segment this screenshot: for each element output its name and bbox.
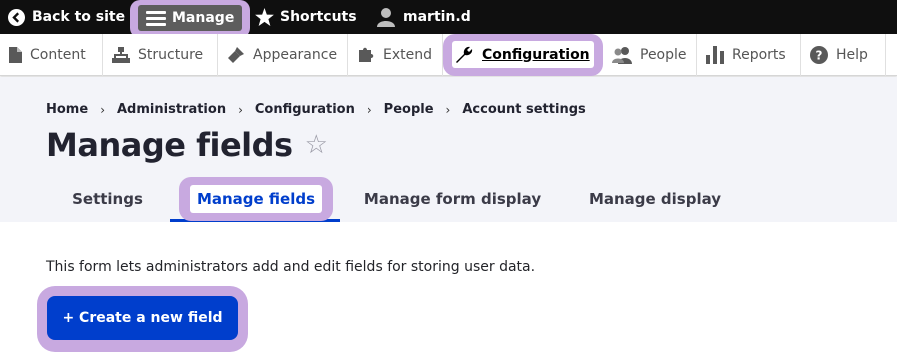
menu-item-label: Content <box>30 47 86 63</box>
appearance-icon <box>228 47 244 63</box>
user-icon <box>377 8 395 27</box>
tab-settings[interactable]: Settings <box>60 175 155 222</box>
people-icon <box>612 47 632 64</box>
tab-manage-fields-label[interactable]: Manage fields <box>190 185 322 213</box>
breadcrumb-separator: › <box>100 102 105 117</box>
reports-icon <box>706 46 724 64</box>
breadcrumb-home[interactable]: Home <box>46 102 88 117</box>
menu-item-help[interactable]: ? Help <box>801 34 886 76</box>
star-icon <box>255 8 274 26</box>
content-icon <box>9 47 22 63</box>
structure-icon <box>112 47 130 63</box>
favorite-star-icon[interactable]: ☆ <box>305 130 328 160</box>
manage-button[interactable]: Manage <box>138 5 242 31</box>
back-arrow-icon <box>8 8 25 26</box>
page-title: Manage fields ☆ <box>46 126 328 164</box>
wrench-icon <box>456 46 473 63</box>
breadcrumb-separator: › <box>445 102 451 117</box>
menu-item-label: Help <box>836 47 868 63</box>
menu-item-configuration[interactable]: Configuration <box>443 34 603 76</box>
back-to-site-link[interactable]: Back to site <box>8 0 125 34</box>
breadcrumb-people[interactable]: People <box>384 102 434 117</box>
breadcrumb-separator: › <box>366 102 372 117</box>
admin-menu-tray: Content Structure Appearance Extend Conf… <box>0 34 897 76</box>
breadcrumb-administration[interactable]: Administration <box>117 102 226 117</box>
breadcrumb-configuration[interactable]: Configuration <box>255 102 355 117</box>
manage-label: Manage <box>172 10 235 26</box>
svg-text:?: ? <box>816 49 823 63</box>
shortcuts-label: Shortcuts <box>280 9 357 25</box>
back-to-site-label: Back to site <box>32 9 126 25</box>
extend-icon <box>359 47 374 62</box>
configuration-link[interactable]: Configuration <box>452 41 594 68</box>
shortcuts-button[interactable]: Shortcuts <box>255 0 357 34</box>
menu-item-label: Extend <box>383 47 432 63</box>
menu-item-people[interactable]: People <box>603 34 697 76</box>
create-new-field-button[interactable]: + Create a new field <box>47 296 238 340</box>
menu-item-label: Structure <box>138 47 204 63</box>
tab-manage-fields[interactable]: Manage fields <box>170 175 340 222</box>
menu-item-label: Configuration <box>482 46 590 63</box>
user-menu-button[interactable]: martin.d <box>377 0 471 34</box>
menu-item-label: People <box>640 47 687 63</box>
help-icon: ? <box>810 46 828 64</box>
user-name-label: martin.d <box>403 9 471 25</box>
breadcrumb-separator: › <box>238 102 243 117</box>
page-description: This form lets administrators add and ed… <box>46 259 536 275</box>
page-title-text: Manage fields <box>46 126 293 164</box>
menu-item-label: Appearance <box>253 47 338 63</box>
menu-item-label: Reports <box>732 47 786 63</box>
primary-tabs: Settings Manage fields Manage form displ… <box>0 175 897 222</box>
menu-item-structure[interactable]: Structure <box>103 34 218 76</box>
hamburger-icon <box>146 11 166 26</box>
page-header: Home › Administration › Configuration › … <box>0 77 897 222</box>
admin-toolbar: Back to site Manage Shortcuts martin.d <box>0 0 897 38</box>
menu-item-appearance[interactable]: Appearance <box>218 34 348 76</box>
breadcrumb: Home › Administration › Configuration › … <box>46 102 586 117</box>
tab-manage-display[interactable]: Manage display <box>580 175 730 222</box>
manage-highlight: Manage <box>130 0 250 38</box>
menu-item-content[interactable]: Content <box>0 34 103 76</box>
menu-item-reports[interactable]: Reports <box>697 34 801 76</box>
tab-manage-form-display[interactable]: Manage form display <box>355 175 550 222</box>
breadcrumb-account-settings[interactable]: Account settings <box>462 102 585 117</box>
menu-item-extend[interactable]: Extend <box>348 34 443 76</box>
